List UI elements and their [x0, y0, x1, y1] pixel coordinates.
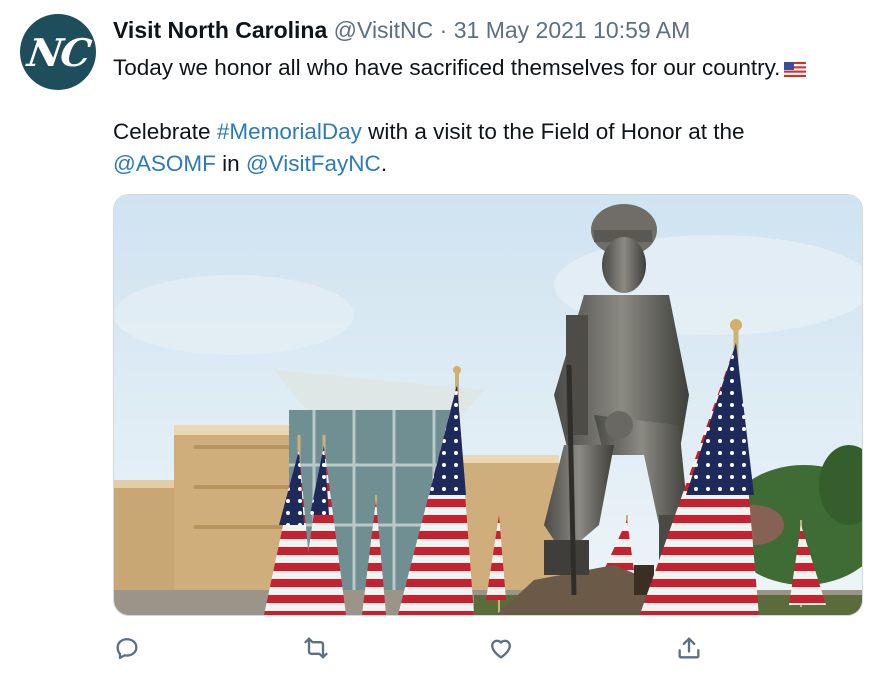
- handle[interactable]: @VisitNC: [334, 17, 434, 43]
- tweet-line-1: Today we honor all who have sacrificed t…: [113, 52, 873, 84]
- like-button[interactable]: [485, 632, 517, 664]
- tweet-line-2-middle: with a visit to the Field of Honor at th…: [361, 119, 745, 144]
- mention-link-visitfaync[interactable]: @VisitFayNC: [246, 151, 381, 176]
- tweet-line-2: Celebrate #MemorialDay with a visit to t…: [113, 116, 873, 148]
- hashtag-link[interactable]: #MemorialDay: [217, 119, 362, 144]
- reply-icon: [116, 638, 138, 660]
- display-name[interactable]: Visit North Carolina: [113, 17, 327, 43]
- timestamp[interactable]: 31 May 2021 10:59 AM: [454, 17, 691, 43]
- avatar[interactable]: NC: [20, 14, 96, 90]
- retweet-button[interactable]: [300, 632, 332, 664]
- retweet-icon: [304, 637, 328, 659]
- avatar-logo-text: NC: [24, 29, 92, 75]
- separator: ·: [439, 17, 448, 43]
- mention-link-asomf[interactable]: @ASOMF: [113, 151, 216, 176]
- tweet-line-2-prefix: Celebrate: [113, 119, 217, 144]
- like-icon: [491, 639, 511, 659]
- tweet-photo[interactable]: [113, 194, 863, 616]
- photo-image: [114, 195, 862, 615]
- tweet-line-1-text: Today we honor all who have sacrificed t…: [113, 55, 781, 80]
- tweet-line-3: @ASOMF in @VisitFayNC.: [113, 148, 873, 180]
- tweet-header: Visit North Carolina @VisitNC · 31 May 2…: [113, 16, 690, 44]
- share-icon: [678, 637, 700, 659]
- tweet-line-3-suffix: .: [380, 151, 388, 176]
- reply-button[interactable]: [111, 632, 143, 664]
- share-button[interactable]: [673, 632, 705, 664]
- tweet-line-3-middle: in: [215, 151, 246, 176]
- us-flag-emoji-icon: [784, 61, 807, 77]
- tweet-actions: [113, 632, 733, 668]
- tweet-text: Today we honor all who have sacrificed t…: [113, 52, 873, 180]
